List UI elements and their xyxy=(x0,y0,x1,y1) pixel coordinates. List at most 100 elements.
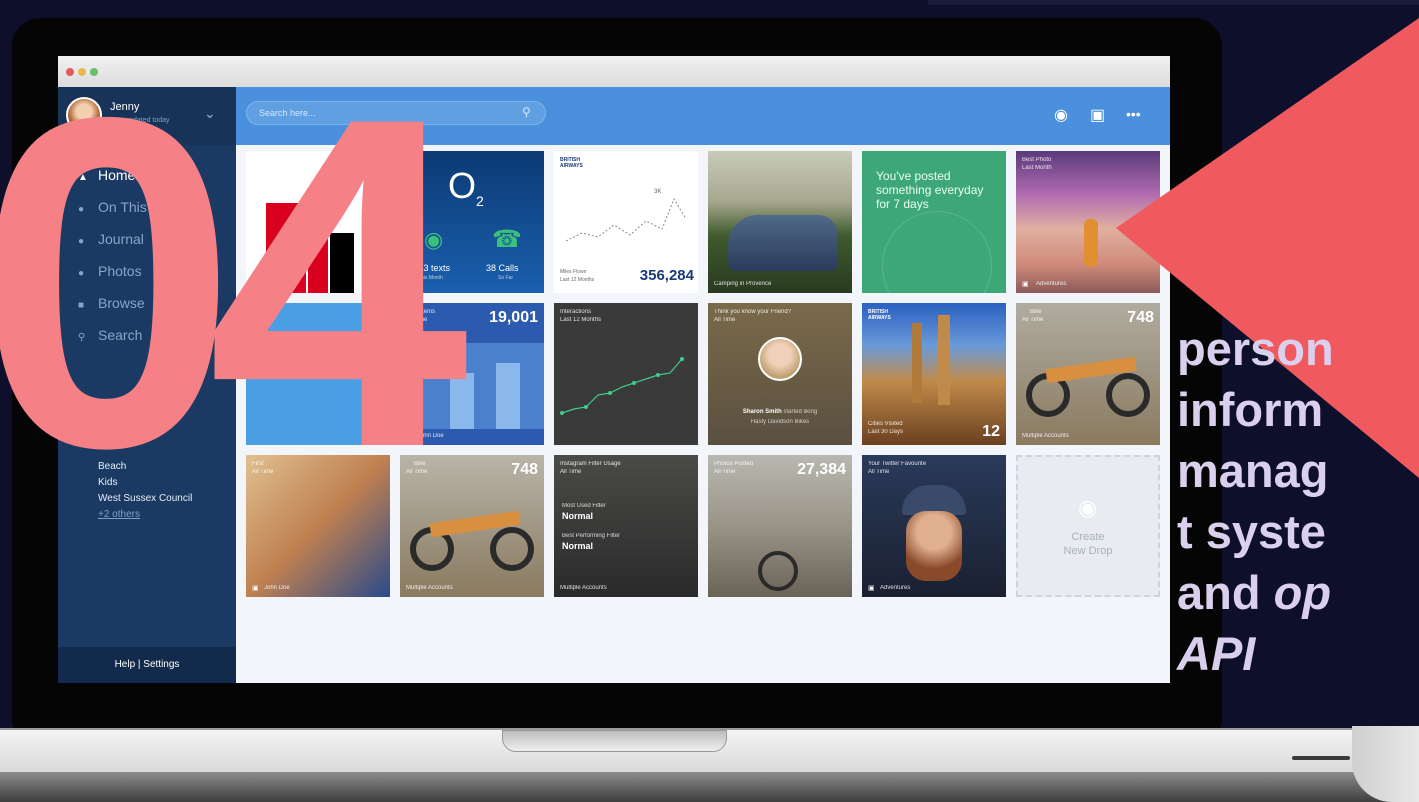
search-icon: ⚲ xyxy=(78,332,86,343)
tile-spend[interactable]: Spend xyxy=(246,151,390,293)
tile-sublabel: Last 12 Months xyxy=(560,317,602,323)
help-settings-link[interactable]: Help | Settings xyxy=(58,647,236,683)
sidebar-item-label: On This Day xyxy=(98,199,176,215)
tag-more-link[interactable]: +2 others xyxy=(98,509,140,520)
decor-ring xyxy=(882,211,992,293)
tile-instagram-filter[interactable]: Instagram Filter Usage All Time Most Use… xyxy=(554,455,698,597)
user-subtitle: Last updated today xyxy=(110,117,170,124)
o2-logo: O2 xyxy=(448,165,484,210)
speech-bubble-icon: ◉ xyxy=(424,227,444,252)
tile-your[interactable]: Your All Time xyxy=(246,303,390,445)
caption-line: manag xyxy=(1177,444,1329,497)
caption-line: and op xyxy=(1177,566,1332,619)
tile-bike-2[interactable]: Bike All Time 748 Multiple Accounts xyxy=(400,455,544,597)
photo-caption: Camping in Provence xyxy=(714,281,772,287)
tile-interactions[interactable]: Interactions Last 12 Months xyxy=(554,303,698,445)
drop-add-icon[interactable]: ◉ xyxy=(1054,105,1068,125)
tile-o2[interactable]: O2 ◉ ☎ 1,843 texts This Month 38 Calls S… xyxy=(400,151,544,293)
tile-posted-streak[interactable]: You've posted something everyday for 7 d… xyxy=(862,151,1006,293)
sidebar-item-label: Journal xyxy=(98,231,144,247)
photo-icon: ● xyxy=(78,268,85,279)
tile-source: Multiple Accounts xyxy=(406,585,453,591)
user-name: Jenny xyxy=(110,101,140,113)
ba-logo: BRITISH AIRWAYS xyxy=(560,157,583,169)
avatar[interactable] xyxy=(66,97,102,133)
sidebar-item-label: Home xyxy=(98,167,136,183)
create-label: Create xyxy=(1071,531,1105,543)
tile-label: Instagram Filter Usage xyxy=(560,461,621,467)
bike-wheel xyxy=(490,527,534,571)
tile-label: Think you know your Friend? xyxy=(714,309,792,315)
sidebar-item-label: Browse xyxy=(98,295,145,311)
search-input[interactable]: Search here... xyxy=(246,101,546,125)
book-icon: ● xyxy=(78,236,85,247)
spend-bar xyxy=(266,203,306,293)
tile-camping-photo[interactable]: Camping in Provence xyxy=(708,151,852,293)
tile-source: John Doe xyxy=(418,433,444,439)
tile-twitter-favourite[interactable]: Your Twitter Favourite All Time Adventur… xyxy=(862,455,1006,597)
caption-line: inform xyxy=(1177,383,1324,436)
laptop-notch xyxy=(502,730,727,752)
tag-beach[interactable]: Beach xyxy=(98,461,126,472)
sidebar-item-journal[interactable]: ● Journal xyxy=(78,231,144,247)
sidebar-item-browse[interactable]: ■ Browse xyxy=(78,295,145,311)
interactions-chart xyxy=(560,357,684,415)
car-shape xyxy=(728,215,838,271)
texts-period: This Month xyxy=(418,275,443,281)
bike-wheel xyxy=(758,551,798,591)
friend-page: Hasty Davidson Bikes xyxy=(750,419,810,425)
caption-line: person xyxy=(1177,322,1334,375)
caption-line: t syste xyxy=(1177,505,1326,558)
calls-period: So Far xyxy=(498,275,514,281)
tile-photos-posted[interactable]: Photos Posted All Time 27,384 xyxy=(708,455,852,597)
maximize-window-button[interactable] xyxy=(90,68,98,76)
side-caption: person inform manag t syste and op API xyxy=(1177,318,1334,684)
tile-label: Interactions xyxy=(560,309,592,315)
tile-cities[interactable]: BRITISH AIRWAYS Cities Visited Last 30 D… xyxy=(862,303,1006,445)
tile-friend[interactable]: Think you know your Friend? All Time Sha… xyxy=(708,303,852,445)
search-icon[interactable]: ⚲ xyxy=(522,105,531,119)
tile-sublabel: Last 30 Days xyxy=(868,429,904,435)
laptop-base-line xyxy=(1292,756,1350,760)
tile-source: Adventures xyxy=(880,585,911,591)
tile-source: Adventures xyxy=(1036,281,1067,287)
chevron-down-icon[interactable]: ⌄ xyxy=(204,105,216,122)
items-bar xyxy=(496,363,520,429)
tile-source: Multiple Accounts xyxy=(560,585,607,591)
filter-value: Normal xyxy=(562,511,594,521)
user-panel[interactable]: Jenny Last updated today ⌄ xyxy=(58,87,236,145)
face-shape xyxy=(906,511,962,581)
tag-kids[interactable]: Kids xyxy=(98,477,117,488)
sidebar-item-home[interactable]: ▲ Home xyxy=(78,167,135,183)
tile-sublabel: All Time xyxy=(714,317,736,323)
list-icon: ■ xyxy=(78,300,85,311)
miles-value: 356,284 xyxy=(639,267,694,284)
tile-total-items[interactable]: Total Items All Time 19,001 John Doe ▣ xyxy=(400,303,544,445)
close-window-button[interactable] xyxy=(66,68,74,76)
tile-banner xyxy=(256,343,380,373)
sidebar-item-photos[interactable]: ● Photos xyxy=(78,263,142,279)
tile-label: First xyxy=(252,461,264,467)
streak-text: You've posted something everyday for 7 d… xyxy=(876,169,984,211)
tile-miles-flown[interactable]: BRITISH AIRWAYS 3K Miles Flown Last 12 M… xyxy=(554,151,698,293)
texts-count: 1,843 texts xyxy=(406,263,451,273)
tile-source: John Doe xyxy=(264,585,290,591)
ba-logo: BRITISH AIRWAYS xyxy=(868,309,891,321)
sidebar-item-label: Photos xyxy=(98,263,142,279)
sidebar-item-label: Search xyxy=(98,327,143,343)
background-strip xyxy=(928,0,1419,5)
filter-value: Normal xyxy=(562,541,594,551)
filter-label: Most Used Filter xyxy=(562,503,606,509)
window-titlebar xyxy=(58,56,1170,87)
minimize-window-button[interactable] xyxy=(78,68,86,76)
calls-count: 38 Calls xyxy=(486,263,519,273)
sidebar-item-on-this-day[interactable]: ● On This Day xyxy=(78,199,176,215)
filter-label: Best Performing Filter xyxy=(562,533,621,539)
tower-shape xyxy=(912,323,922,403)
sidebar: Jenny Last updated today ⌄ ▲ Home ● On Thi… xyxy=(58,87,236,683)
tile-first[interactable]: First All Time John Doe ▣ xyxy=(246,455,390,597)
tile-label: Your xyxy=(252,309,265,315)
tag-west-sussex[interactable]: West Sussex Council xyxy=(98,493,192,504)
items-bar xyxy=(450,373,474,429)
sidebar-item-search[interactable]: ⚲ Search xyxy=(78,327,142,343)
